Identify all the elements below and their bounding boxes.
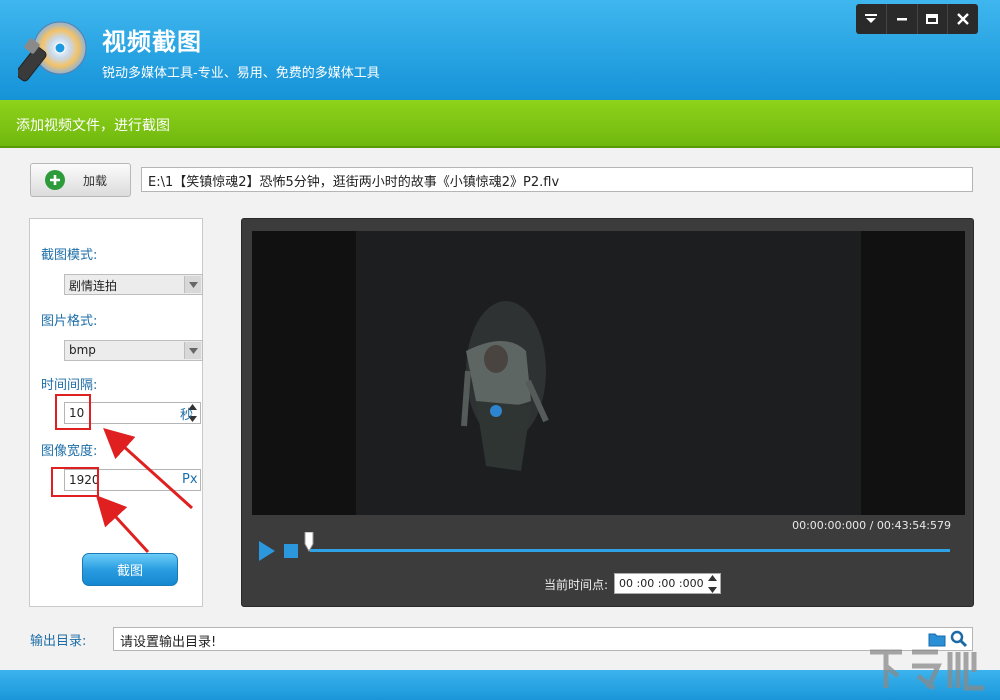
app-title: 视频截图 [102,28,202,56]
close-button[interactable] [948,4,978,34]
width-highlight-box [51,467,99,497]
video-viewport[interactable] [252,231,965,515]
watermark-logo-icon [870,649,984,691]
video-player: 00:00:00:000 / 00:43:54:579 当前时间点: 00 :0… [241,218,974,607]
format-select[interactable]: bmp [64,340,203,361]
menu-button[interactable] [856,4,887,34]
minimize-icon [896,18,907,21]
chevron-down-icon [184,342,201,359]
close-icon [957,13,969,25]
file-path-field[interactable]: E:\1【笑镇惊魂2】恐怖5分钟，逛街两小时的故事《小镇惊魂2》P2.flv [141,167,973,192]
output-label: 输出目录: [30,634,87,649]
current-time-value: 00 :00 :00 :000 [619,577,704,590]
window-controls [856,4,978,34]
interval-label: 时间间隔: [41,378,98,393]
progress-bar[interactable] [310,549,950,552]
status-bar [0,670,1000,700]
arrow-down-icon[interactable] [707,587,717,593]
mode-select-value: 剧情连拍 [69,279,118,293]
capture-button[interactable]: 截图 [82,553,178,586]
width-label: 图像宽度: [41,444,98,459]
video-frame-image [356,231,861,515]
settings-panel: 截图模式: 剧情连拍 图片格式: bmp 时间间隔: 10 秒 图像宽度: 19… [29,218,203,607]
plus-icon [45,170,65,190]
output-directory-value: 请设置输出目录! [120,635,217,650]
output-directory-field[interactable]: 请设置输出目录! [113,627,973,651]
current-time-label: 当前时间点: [544,578,609,592]
maximize-button[interactable] [918,4,949,34]
step-instruction: 添加视频文件，进行截图 [16,118,170,134]
stop-icon[interactable] [284,544,298,558]
current-time-stepper[interactable]: 00 :00 :00 :000 [614,573,721,594]
scrubber-handle[interactable] [304,532,314,552]
app-header: 视频截图 锐动多媒体工具-专业、易用、免费的多媒体工具 [0,0,1000,100]
mode-label: 截图模式: [41,248,98,263]
chevron-down-icon [184,276,201,293]
video-figure-image [461,301,549,471]
minimize-button[interactable] [887,4,918,34]
maximize-icon [926,14,939,24]
load-button-label: 加载 [83,173,108,188]
mode-select[interactable]: 剧情连拍 [64,274,203,295]
time-readout: 00:00:00:000 / 00:43:54:579 [792,519,951,532]
load-button[interactable]: 加载 [30,163,131,197]
step-bar: 添加视频文件，进行截图 [0,100,1000,148]
format-label: 图片格式: [41,314,98,329]
stepper-arrows[interactable] [706,575,718,593]
app-logo-icon [18,21,87,82]
app-subtitle: 锐动多媒体工具-专业、易用、免费的多媒体工具 [102,66,380,81]
interval-unit: 秒 [180,408,194,423]
interval-highlight-box [55,394,91,430]
format-select-value: bmp [69,343,96,357]
width-unit: Px [182,472,198,487]
menu-icon [864,14,877,23]
play-icon[interactable] [259,541,275,561]
arrow-up-icon[interactable] [707,575,717,581]
